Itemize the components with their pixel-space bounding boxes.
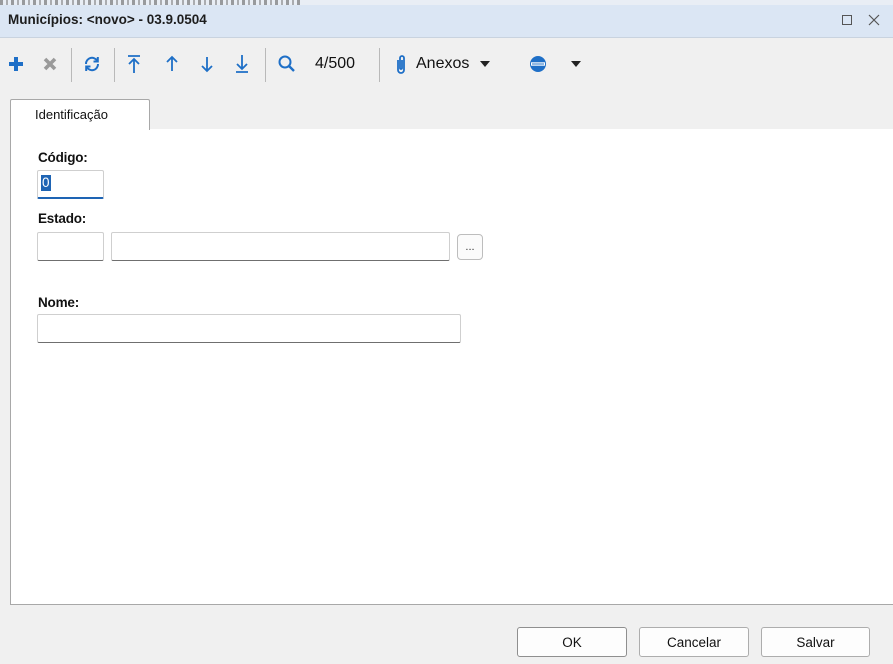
nome-label: Nome: (38, 295, 80, 310)
first-record-icon (128, 55, 140, 73)
maximize-icon (842, 15, 852, 25)
cancel-button[interactable]: Cancelar (639, 627, 749, 657)
toolbar: 4/500 Anexos (0, 38, 893, 94)
record-counter: 4/500 (314, 55, 356, 72)
dropdown-arrow-icon (480, 61, 491, 67)
search-button[interactable] (274, 51, 300, 77)
refresh-icon (84, 56, 100, 72)
estado-name-field[interactable] (111, 232, 450, 261)
toolbar-separator (265, 48, 266, 82)
estado-code-field[interactable] (37, 232, 104, 261)
ok-button[interactable]: OK (517, 627, 627, 657)
estado-label: Estado: (38, 211, 87, 226)
search-icon (278, 55, 295, 72)
delete-icon (43, 57, 57, 71)
anexos-button[interactable]: Anexos (393, 51, 513, 77)
previous-record-icon (166, 55, 178, 71)
next-record-button[interactable] (197, 51, 217, 77)
close-button[interactable] (863, 9, 885, 31)
tab-label: Identificação (35, 107, 108, 122)
estado-lookup-button[interactable]: ... (457, 234, 483, 260)
dropdown-arrow-icon (571, 61, 581, 67)
codigo-value: 0 (41, 175, 51, 191)
paperclip-icon (397, 55, 405, 74)
last-record-icon (236, 55, 248, 73)
toolbar-separator (114, 48, 115, 82)
next-record-icon (201, 57, 213, 73)
save-button[interactable]: Salvar (761, 627, 870, 657)
delete-button[interactable] (39, 51, 61, 77)
codigo-label: Código: (38, 150, 88, 165)
last-record-button[interactable] (232, 51, 252, 77)
tab-panel-identificacao (10, 129, 893, 605)
toolbar-separator (379, 48, 380, 82)
close-icon (868, 14, 880, 26)
tab-identificacao[interactable]: Identificação (10, 99, 150, 130)
anexos-label: Anexos (416, 55, 470, 72)
first-record-button[interactable] (124, 51, 144, 77)
previous-record-button[interactable] (162, 51, 182, 77)
add-icon (9, 57, 23, 71)
options-dropdown-button[interactable] (568, 51, 584, 77)
toolbar-separator (71, 48, 72, 82)
window-titlebar: Municípios: <novo> - 03.9.0504 (0, 5, 893, 38)
add-button[interactable] (5, 51, 27, 77)
nome-field[interactable] (37, 314, 461, 343)
options-icon (530, 56, 546, 72)
codigo-field[interactable]: 0 (37, 170, 104, 199)
options-button[interactable] (527, 51, 549, 77)
maximize-button[interactable] (836, 9, 858, 31)
refresh-button[interactable] (80, 51, 104, 77)
window-title: Municípios: <novo> - 03.9.0504 (8, 12, 207, 27)
